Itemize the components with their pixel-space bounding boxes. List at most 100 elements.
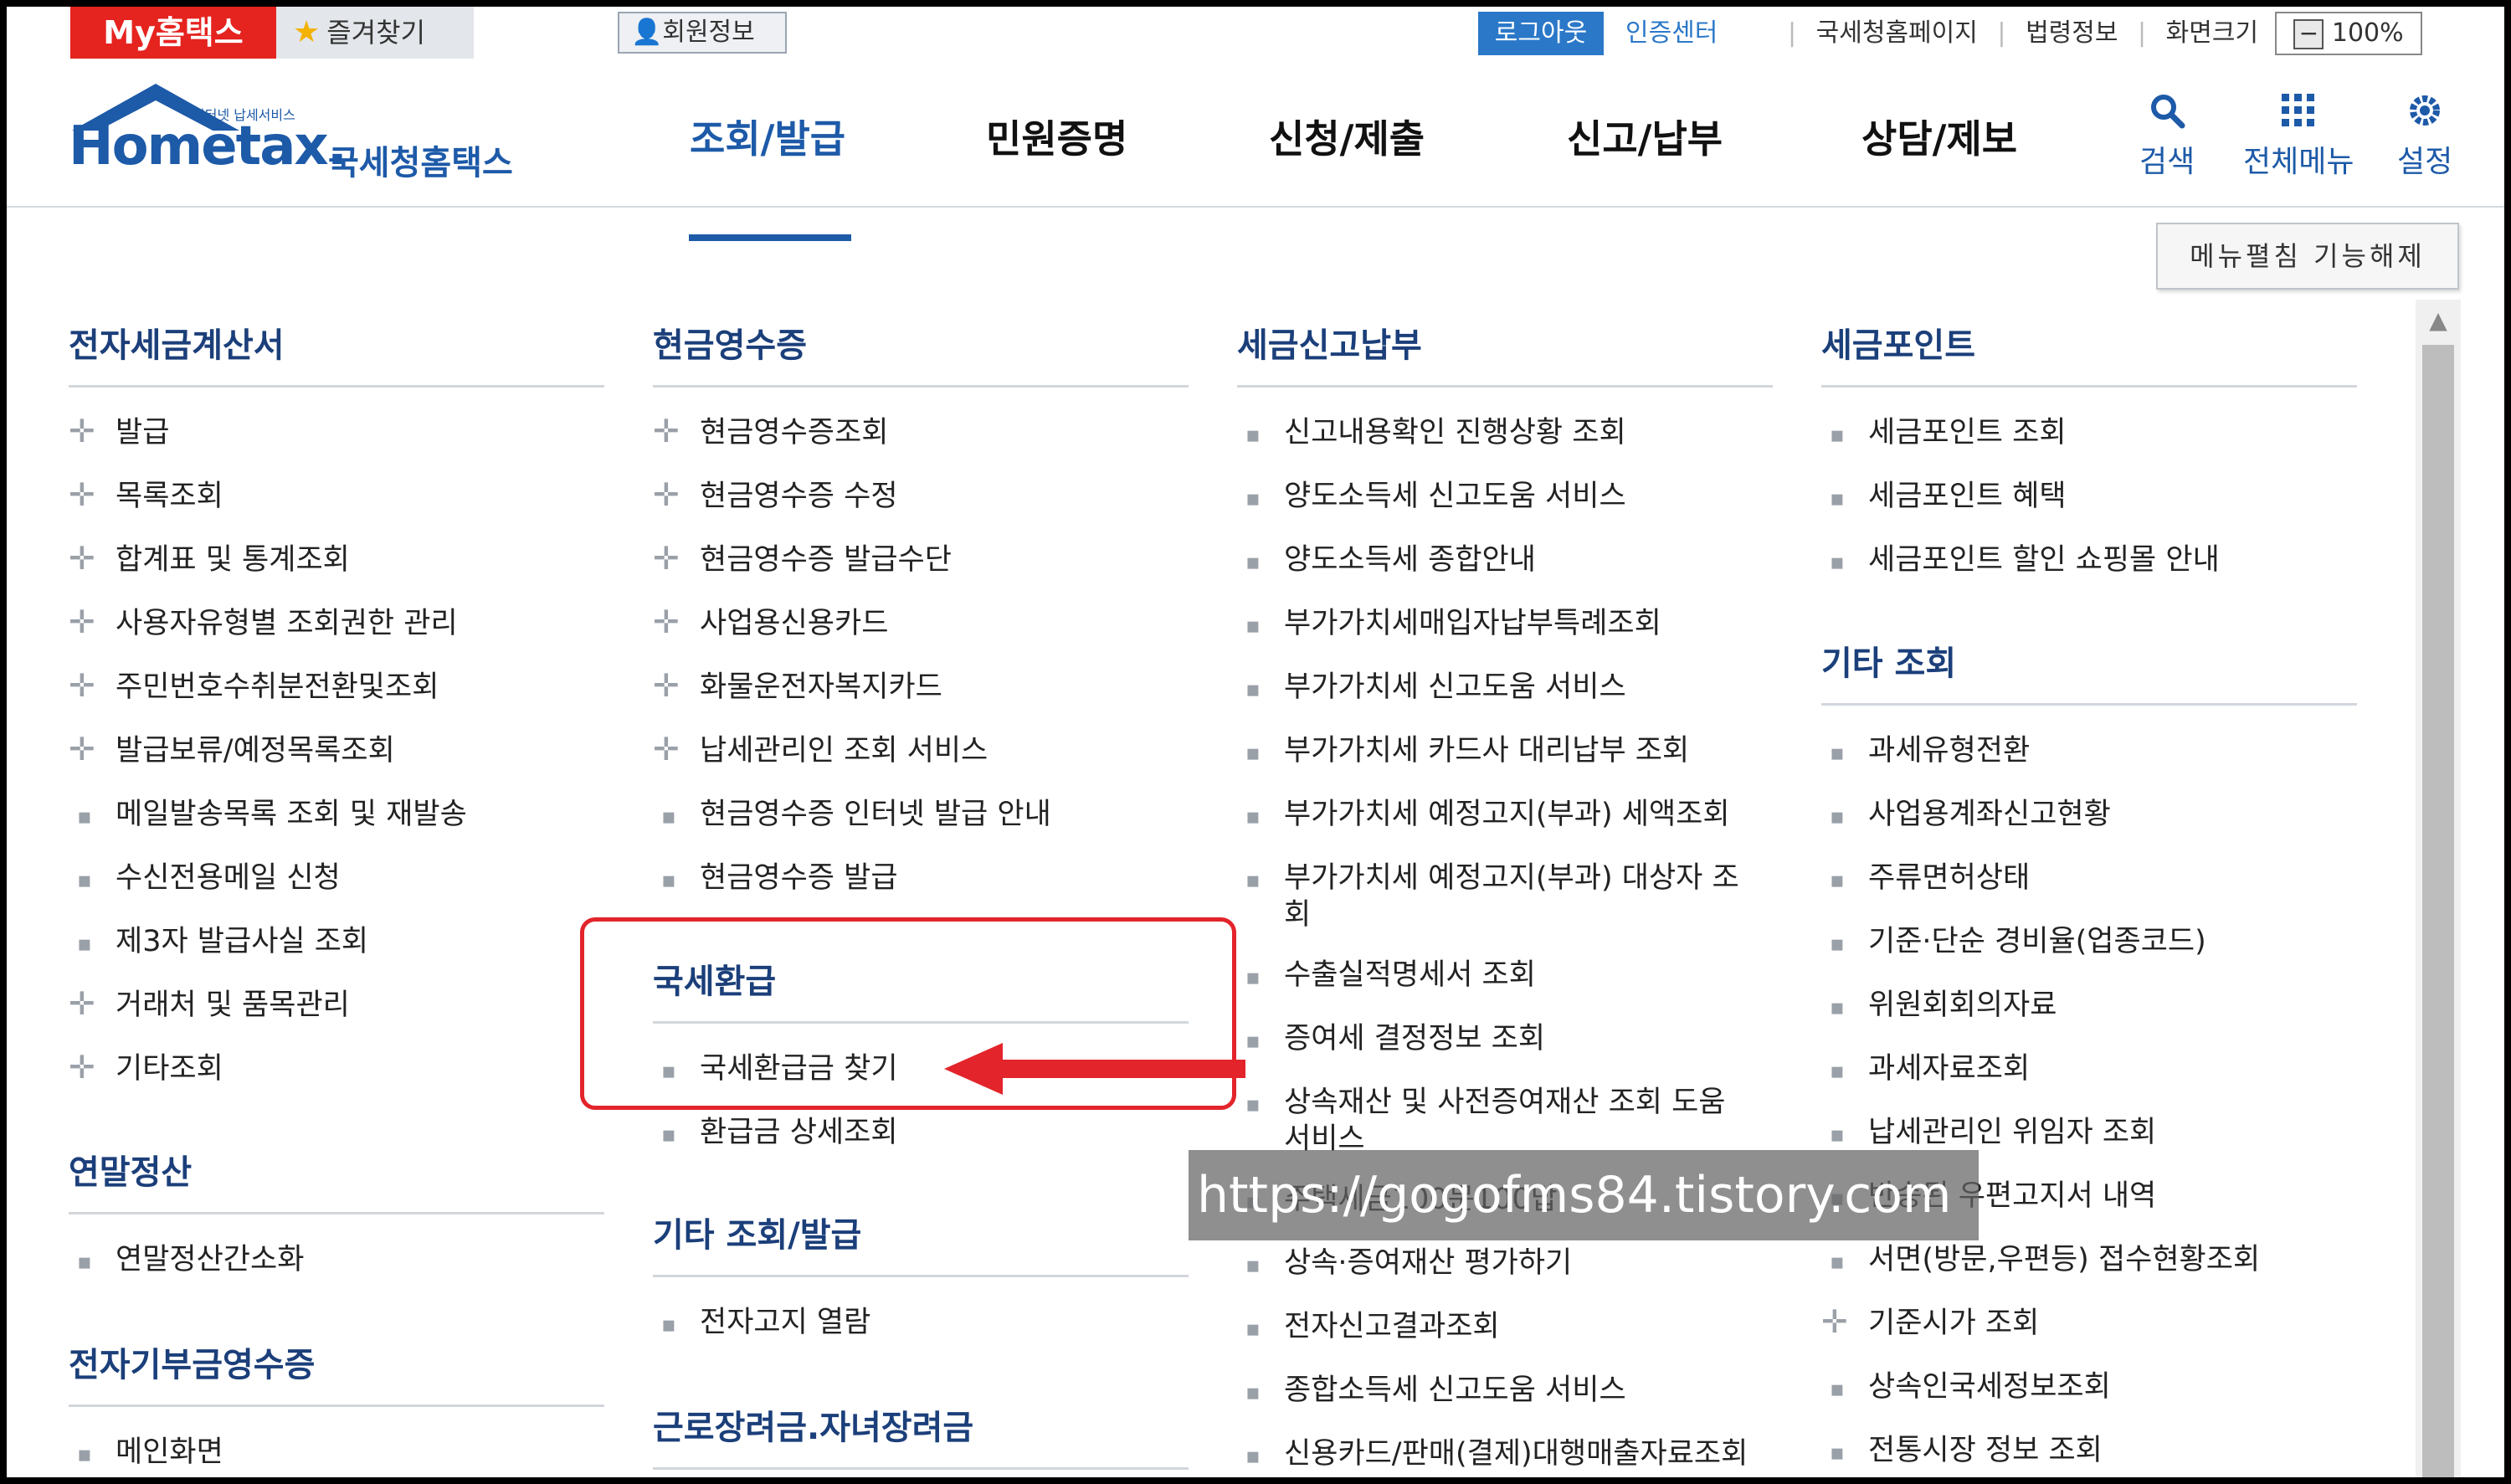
menu-item-label: 사업용신용카드 [700, 607, 889, 640]
menu-item[interactable]: ✛ 기준시가 조회 [1821, 1299, 2039, 1342]
menu-item[interactable]: ▪ 사업용계좌신고현황 [1821, 790, 2111, 833]
menu-item[interactable]: ▪ 기준·단순 경비율(업종코드) [1821, 917, 2206, 960]
section-title[interactable]: 현금영수증 [653, 318, 807, 367]
menu-item[interactable]: ▪ 전자고지 열람 [653, 1298, 870, 1341]
section-title[interactable]: 세금포인트 [1821, 318, 1975, 367]
nav-report-pay[interactable]: 신고/납부 [1567, 109, 1723, 164]
menu-item[interactable]: ▪ 메일발송목록 조회 및 재발송 [69, 790, 467, 833]
menu-item[interactable]: ▪ 메인화면 [69, 1428, 223, 1471]
menu-item-label: 상속재산 및 사전증여재산 조회 도움 [1284, 1086, 1726, 1119]
red-arrow-icon [944, 1043, 1245, 1095]
menu-item-label: 발급 [116, 416, 170, 449]
section-divider [1237, 385, 1773, 388]
menu-item[interactable]: ▪ 부가가치세매입자납부특례조회 [1237, 599, 1661, 642]
menu-item[interactable]: ▪ 환급금 상세조회 [653, 1108, 898, 1151]
menu-item[interactable]: ▪ 부가가치세 신고도움 서비스 [1237, 663, 1626, 706]
menu-item[interactable]: ▪ 증여세 결정정보 조회 [1237, 1014, 1545, 1057]
menu-item[interactable]: ▪ 신용카드/판매(결제)대행매출자료조회 [1237, 1430, 1748, 1472]
menu-item[interactable]: ▪ 부가가치세 카드사 대리납부 조회 [1237, 727, 1689, 769]
cert-center-link[interactable]: 인증센터 [1625, 12, 1718, 55]
section-title[interactable]: 기타 조회 [1821, 636, 1956, 685]
menu-item[interactable]: ▪ 주류면허상태 [1821, 854, 2030, 896]
settings-button[interactable]: 설정 [2397, 92, 2452, 181]
menu-item[interactable]: ▪ 연말정산간소화 [69, 1235, 304, 1278]
menu-item[interactable]: ▪ 제3자 발급사실 조회 [69, 917, 368, 960]
section-title[interactable]: 전자세금계산서 [69, 318, 285, 367]
menu-item[interactable]: ▪ 세금포인트 혜택 [1821, 472, 2067, 515]
menu-item-label: 신용카드/판매(결제)대행매출자료조회 [1284, 1437, 1748, 1471]
bullet-icon: ▪ [1245, 804, 1261, 829]
menu-item[interactable]: ▪ 세금포인트 조회 [1821, 408, 2067, 451]
menu-item[interactable]: ▪ 수출실적명세서 조회 [1237, 951, 1536, 994]
menu-item[interactable]: ✛ 목록조회 [69, 472, 223, 515]
hometax-logo[interactable]: 인터넷 납세서비스 Hometax. 국세청홈택스 [69, 82, 537, 182]
menu-item[interactable]: ▪ 전통시장 정보 조회 [1821, 1426, 2103, 1469]
menu-item-label: 위원회회의자료 [1868, 988, 2057, 1022]
menu-item[interactable]: ✛ 기타조회 [69, 1045, 223, 1087]
bullet-icon: ▪ [1245, 550, 1261, 575]
star-icon: ★ [293, 15, 321, 49]
section-title[interactable]: 전자기부금영수증 [69, 1338, 315, 1386]
section-title[interactable]: 연말정산 [69, 1145, 192, 1194]
menu-item[interactable]: ▪ 서면(방문,우편등) 접수현황조회 [1821, 1235, 2260, 1278]
menu-item[interactable]: ✛ 현금영수증 발급수단 [653, 536, 952, 578]
menu-item[interactable]: ▪ 부가가치세 예정고지(부과) 세액조회 [1237, 790, 1730, 833]
menu-item[interactable]: ▪ 납세관리인 위임자 조회 [1821, 1108, 2156, 1151]
menu-item[interactable]: ✛ 화물운전자복지카드 [653, 663, 942, 706]
menu-item[interactable]: ✛ 거래처 및 품목관리 [69, 981, 350, 1024]
menu-item[interactable]: ✛ 현금영수증조회 [653, 408, 888, 451]
menu-item-label: 주민번호수취분전환및조회 [116, 670, 439, 704]
menu-item[interactable]: ✛ 발급 [69, 408, 169, 451]
favorites-button[interactable]: ★ 즐겨찾기 [276, 7, 474, 59]
menu-item[interactable]: ✛ 납세관리인 조회 서비스 [653, 727, 988, 769]
menu-item[interactable]: ▪ 현금영수증 발급 [653, 854, 898, 896]
menu-item[interactable]: ✛ 현금영수증 수정 [653, 472, 898, 515]
section-title[interactable]: 세금신고납부 [1237, 318, 1422, 367]
menu-item[interactable]: ▪ 종합소득세 신고도움 서비스 [1237, 1366, 1626, 1409]
my-hometax-button[interactable]: My홈택스 [70, 7, 276, 59]
search-button[interactable]: 검색 [2139, 92, 2195, 181]
nav-consult-report[interactable]: 상담/제보 [1861, 109, 2017, 164]
menu-item[interactable]: ✛ 합계표 및 통계조회 [69, 536, 350, 578]
menu-item-label: 사용자유형별 조회권한 관리 [116, 607, 458, 640]
law-info-link[interactable]: 법령정보 [2026, 18, 2118, 48]
menu-item-label: 발급보류/예정목록조회 [116, 734, 395, 768]
nts-homepage-link[interactable]: 국세청홈페이지 [1816, 18, 1978, 48]
menu-item[interactable]: ▪ 과세자료조회 [1821, 1045, 2030, 1087]
section-divider [1821, 703, 2357, 706]
menu-item[interactable]: ▪ 위원회회의자료 [1821, 981, 2057, 1024]
menu-item-label: 현금영수증조회 [700, 416, 889, 449]
menu-item[interactable]: ✛ 주민번호수취분전환및조회 [69, 663, 439, 706]
menu-item[interactable]: ▪ 신고내용확인 진행상황 조회 [1237, 408, 1626, 451]
nav-inquiry-issue[interactable]: 조회/발급 [690, 109, 845, 164]
nav-apply-submit[interactable]: 신청/제출 [1269, 109, 1425, 164]
menu-item[interactable]: ✛ 사업용신용카드 [653, 599, 888, 642]
menu-item-label: 합계표 및 통계조회 [116, 543, 350, 577]
screen-size-label: 화면크기 [2165, 18, 2259, 48]
section-title[interactable]: 기타 조회/발급 [653, 1208, 861, 1256]
menu-item[interactable]: ▪ 과세유형전환 [1821, 727, 2030, 769]
menu-item[interactable]: ✛ 사용자유형별 조회권한 관리 [69, 599, 458, 642]
menu-item[interactable]: ▪ 부가가치세 예정고지(부과) 대상자 조 [1237, 854, 1739, 896]
all-menu-button[interactable]: 전체메뉴 [2243, 92, 2354, 181]
nav-civil-certificate[interactable]: 민원증명 [986, 109, 1127, 164]
zoom-out-button[interactable]: − [2293, 18, 2324, 49]
menu-item[interactable]: ▪ 전자신고결과조회 [1237, 1302, 1500, 1345]
menu-item[interactable]: ▪ 양도소득세 종합안내 [1237, 536, 1536, 578]
bullet-icon: ▪ [1245, 1444, 1261, 1469]
logout-button[interactable]: 로그아웃 [1478, 12, 1604, 55]
scrollbar-thumb[interactable] [2422, 345, 2454, 1477]
plus-icon: ✛ [69, 603, 95, 640]
menu-item[interactable]: ▪ 양도소득세 신고도움 서비스 [1237, 472, 1626, 515]
menu-expand-toggle-button[interactable]: 메뉴펼침 기능해제 [2156, 223, 2459, 290]
scrollbar[interactable]: ▲ [2416, 300, 2461, 1477]
member-info-button[interactable]: 👤회원정보 [618, 12, 787, 54]
menu-item[interactable]: ▪ 현금영수증 인터넷 발급 안내 [653, 790, 1051, 833]
section-title[interactable]: 근로장려금.자녀장려금 [653, 1400, 973, 1449]
menu-item[interactable]: ▪ 세금포인트 할인 쇼핑몰 안내 [1821, 536, 2220, 578]
menu-item[interactable]: ▪ 상속인국세정보조회 [1821, 1363, 2111, 1405]
menu-item[interactable]: ▪ 수신전용메일 신청 [69, 854, 341, 896]
scroll-up-icon[interactable]: ▲ [2416, 300, 2461, 341]
menu-item[interactable]: ✛ 발급보류/예정목록조회 [69, 727, 395, 769]
menu-item[interactable]: ▪ 상속·증여재산 평가하기 [1237, 1239, 1572, 1281]
